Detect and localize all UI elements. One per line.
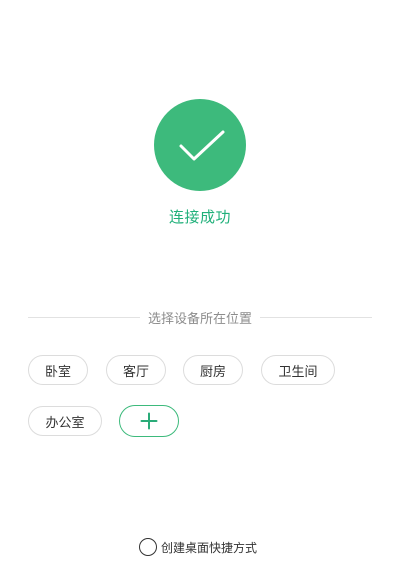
success-badge <box>154 99 246 191</box>
room-chip-bathroom[interactable]: 卫生间 <box>261 355 335 385</box>
location-prompt: 选择设备所在位置 <box>148 311 253 327</box>
create-shortcut-option[interactable]: 创建桌面快捷方式 <box>139 537 257 557</box>
room-chip-office[interactable]: 办公室 <box>28 406 102 436</box>
add-room-button[interactable] <box>119 405 179 437</box>
shortcut-radio-button[interactable] <box>139 538 157 556</box>
room-chip-label: 卧室 <box>44 364 71 380</box>
room-chip-label: 客厅 <box>122 364 149 380</box>
divider-line-left <box>28 316 140 318</box>
location-section-header: 选择设备所在位置 <box>28 308 373 327</box>
room-chip-bedroom[interactable]: 卧室 <box>28 355 88 385</box>
shortcut-label: 创建桌面快捷方式 <box>161 540 258 555</box>
divider-line-right <box>260 316 373 318</box>
room-chip-label: 卫生间 <box>278 364 318 380</box>
room-chip-label: 厨房 <box>199 364 226 380</box>
plus-icon <box>140 412 158 430</box>
room-chip-living-room[interactable]: 客厅 <box>106 355 166 385</box>
room-chip-label: 办公室 <box>45 415 85 431</box>
check-icon <box>179 130 225 161</box>
connection-success-screen: 连接成功 选择设备所在位置 卧室 客厅 厨房 卫生间 办公室 创建桌面快捷方式 <box>0 0 400 563</box>
connection-status-text: 连接成功 <box>168 208 231 226</box>
room-chip-kitchen[interactable]: 厨房 <box>183 355 243 385</box>
